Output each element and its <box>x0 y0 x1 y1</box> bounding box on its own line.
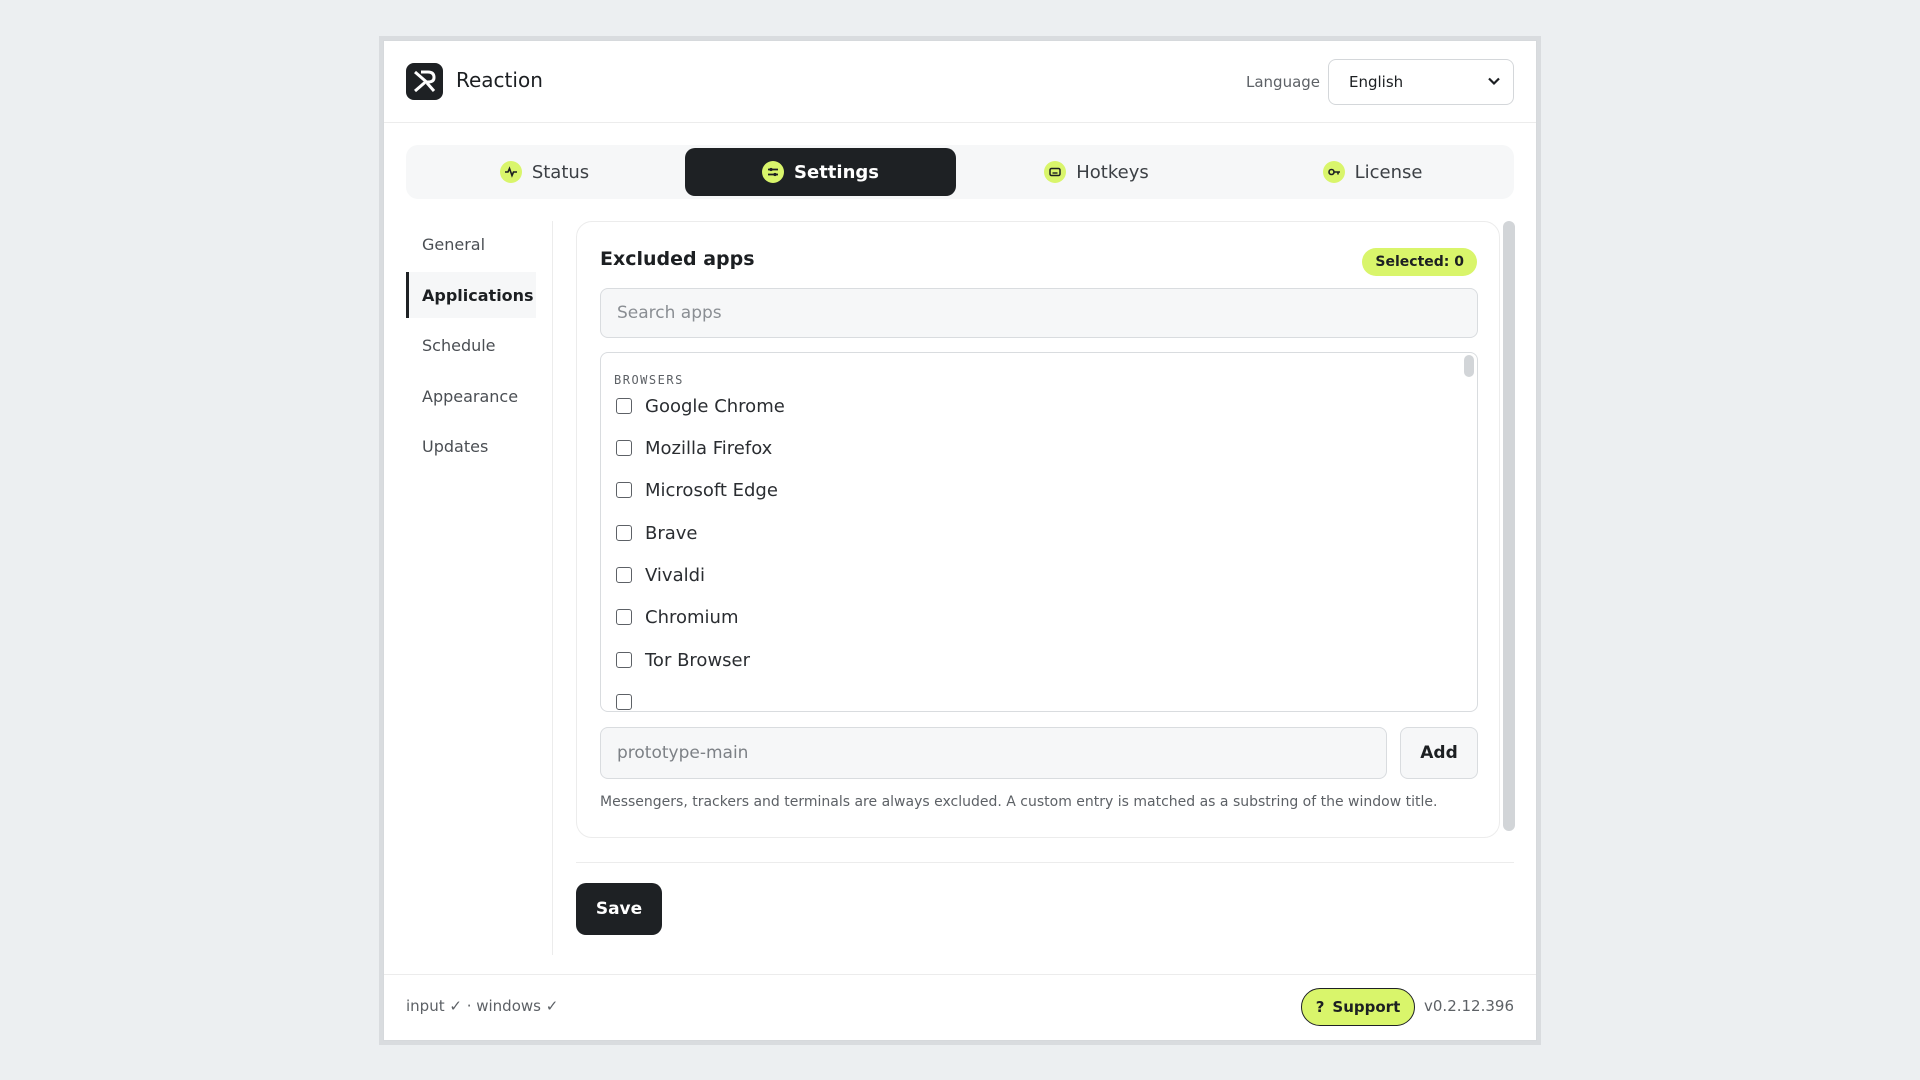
save-button[interactable]: Save <box>576 883 662 935</box>
tab-settings[interactable]: Settings <box>685 148 956 196</box>
sidebar-item-schedule[interactable]: Schedule <box>406 322 536 368</box>
app-item-chromium[interactable]: Chromium <box>616 602 1436 632</box>
tab-label: Status <box>531 161 590 183</box>
group-label-browsers: BROWSERS <box>614 373 684 387</box>
tab-license[interactable]: License <box>1237 148 1508 196</box>
app-item-label: Vivaldi <box>645 564 706 586</box>
version-label: v0.2.12.396 <box>1424 997 1514 1015</box>
help-icon: ? <box>1315 998 1325 1016</box>
app-logo-icon <box>406 63 443 100</box>
tab-label: Settings <box>794 161 879 183</box>
app-item-label: Mozilla Firefox <box>645 437 773 459</box>
checkbox[interactable] <box>616 525 632 541</box>
content-scrollbar[interactable] <box>1503 221 1515 831</box>
key-icon <box>1322 161 1345 183</box>
support-button[interactable]: ? Support <box>1301 988 1415 1026</box>
sidebar-item-applications[interactable]: Applications <box>406 272 536 318</box>
checkbox[interactable] <box>616 398 632 414</box>
app-item-google-chrome[interactable]: Google Chrome <box>616 391 1436 421</box>
language-value: English <box>1349 73 1404 91</box>
main-tabs: Status Settings Hotkeys License <box>406 145 1514 199</box>
excluded-apps-card: Excluded apps Selected: 0 BROWSERS Googl… <box>576 221 1500 838</box>
tab-status[interactable]: Status <box>409 148 680 196</box>
checkbox[interactable] <box>616 609 632 625</box>
sidebar-item-updates[interactable]: Updates <box>406 423 536 469</box>
sliders-icon <box>762 161 785 183</box>
app-item-partial[interactable] <box>616 687 1436 711</box>
checkbox[interactable] <box>616 440 632 456</box>
tab-hotkeys[interactable]: Hotkeys <box>961 148 1232 196</box>
sidebar-divider <box>552 221 553 955</box>
sidebar-item-appearance[interactable]: Appearance <box>406 373 536 419</box>
activity-icon <box>499 161 522 183</box>
app-item-mozilla-firefox[interactable]: Mozilla Firefox <box>616 433 1436 463</box>
card-title: Excluded apps <box>600 248 755 270</box>
exclusion-hint: Messengers, trackers and terminals are a… <box>600 794 1438 810</box>
keyboard-icon <box>1044 161 1067 183</box>
chevron-down-icon <box>1487 73 1501 92</box>
app-title: Reaction <box>456 68 543 92</box>
selected-count-badge: Selected: 0 <box>1362 248 1477 276</box>
custom-app-input[interactable] <box>600 727 1387 779</box>
app-item-brave[interactable]: Brave <box>616 518 1436 548</box>
app-item-microsoft-edge[interactable]: Microsoft Edge <box>616 475 1436 505</box>
header: Reaction Language English <box>384 41 1536 123</box>
connection-status: input ✓ · windows ✓ <box>406 997 559 1015</box>
content-divider <box>576 862 1514 863</box>
app-item-label: Google Chrome <box>645 395 785 417</box>
list-scrollbar[interactable] <box>1464 355 1474 377</box>
checkbox[interactable] <box>616 482 632 498</box>
app-item-label: Chromium <box>645 606 739 628</box>
checkbox[interactable] <box>616 567 632 583</box>
app-list[interactable]: BROWSERS Google Chrome Mozilla Firefox M… <box>600 352 1478 712</box>
app-item-label: Brave <box>645 522 698 544</box>
tab-label: Hotkeys <box>1076 161 1149 183</box>
search-apps-input[interactable] <box>600 288 1478 338</box>
add-button[interactable]: Add <box>1400 727 1478 779</box>
checkbox[interactable] <box>616 694 632 710</box>
language-select[interactable]: English <box>1328 59 1514 105</box>
support-label: Support <box>1332 998 1401 1016</box>
app-item-label: Microsoft Edge <box>645 479 778 501</box>
language-label: Language <box>1246 73 1321 91</box>
app-item-label: Tor Browser <box>645 649 751 671</box>
app-item-vivaldi[interactable]: Vivaldi <box>616 560 1436 590</box>
footer: input ✓ · windows ✓ ? Support v0.2.12.39… <box>384 974 1536 1040</box>
app-item-tor-browser[interactable]: Tor Browser <box>616 645 1436 675</box>
checkbox[interactable] <box>616 652 632 668</box>
tab-label: License <box>1354 161 1423 183</box>
sidebar-item-general[interactable]: General <box>406 221 536 267</box>
app-window: Reaction Language English Status Setting… <box>383 40 1537 1041</box>
